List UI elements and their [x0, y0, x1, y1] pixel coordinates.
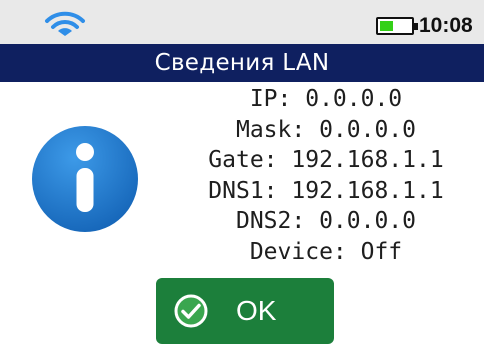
network-info: IP: 0.0.0.0 Mask: 0.0.0.0 Gate: 192.168.… [176, 84, 476, 267]
dns1-value: DNS1: 192.168.1.1 [208, 177, 444, 204]
page-title: Сведения LAN [0, 44, 484, 82]
battery-icon [376, 17, 418, 35]
dns2-value: DNS2: 0.0.0.0 [235, 208, 416, 234]
check-circle-icon [174, 294, 208, 328]
info-icon [32, 126, 138, 232]
device-value: Device: Off [249, 238, 403, 265]
battery-level [380, 21, 393, 31]
gate-value: Gate: 192.168.1.1 [208, 147, 444, 173]
mask-value: Mask: 0.0.0.0 [235, 116, 416, 143]
wifi-icon [45, 11, 85, 36]
ok-button[interactable]: OK [156, 278, 334, 344]
ip-value: IP: 0.0.0.0 [249, 86, 403, 112]
ok-button-label: OK [236, 295, 277, 326]
clock: 10:08 [419, 14, 473, 37]
status-bar: 10:08 [0, 0, 484, 44]
